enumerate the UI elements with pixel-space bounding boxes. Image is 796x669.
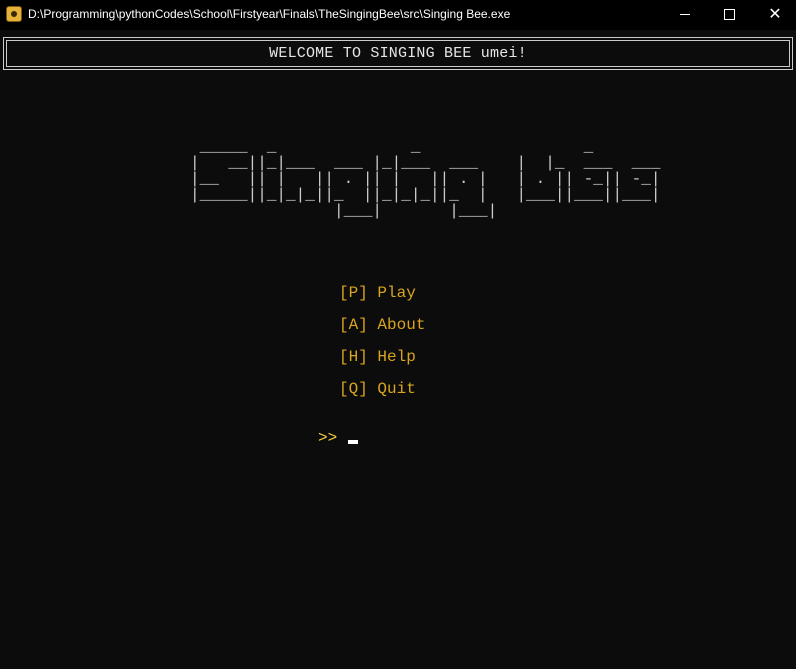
menu-label: Quit <box>377 380 416 398</box>
minimize-button[interactable] <box>662 0 708 28</box>
menu-item-help[interactable]: [H] Help <box>339 346 425 378</box>
welcome-banner: WELCOME TO SINGING BEE umei! <box>3 37 793 70</box>
console-window: D:\Programming\pythonCodes\School\Firsty… <box>0 0 796 669</box>
main-menu: [P] Play [A] About [H] Help [Q] Quit <box>339 282 425 410</box>
menu-key: [Q] <box>339 380 368 398</box>
close-icon: ✕ <box>768 4 782 23</box>
bee-app-icon[interactable] <box>6 6 22 22</box>
menu-key: [A] <box>339 316 368 334</box>
welcome-banner-text: WELCOME TO SINGING BEE umei! <box>6 40 790 67</box>
command-prompt: >> <box>318 429 338 447</box>
menu-label: About <box>377 316 426 334</box>
maximize-button[interactable] <box>706 0 752 28</box>
menu-item-about[interactable]: [A] About <box>339 314 425 346</box>
title-bar[interactable]: D:\Programming\pythonCodes\School\Firsty… <box>0 0 796 30</box>
maximize-icon <box>723 8 735 20</box>
menu-label: Play <box>377 284 416 302</box>
minimize-icon <box>680 13 690 15</box>
text-cursor[interactable] <box>348 440 358 444</box>
menu-key: [P] <box>339 284 368 302</box>
menu-key: [H] <box>339 348 368 366</box>
close-button[interactable]: ✕ <box>752 0 796 28</box>
singing-bee-ascii-logo: _____ _ _ _ | __||_|___ ___ |_|___ ___ |… <box>190 138 661 220</box>
menu-item-play[interactable]: [P] Play <box>339 282 425 314</box>
menu-item-quit[interactable]: [Q] Quit <box>339 378 425 410</box>
menu-label: Help <box>377 348 416 366</box>
window-title: D:\Programming\pythonCodes\School\Firsty… <box>28 7 511 21</box>
